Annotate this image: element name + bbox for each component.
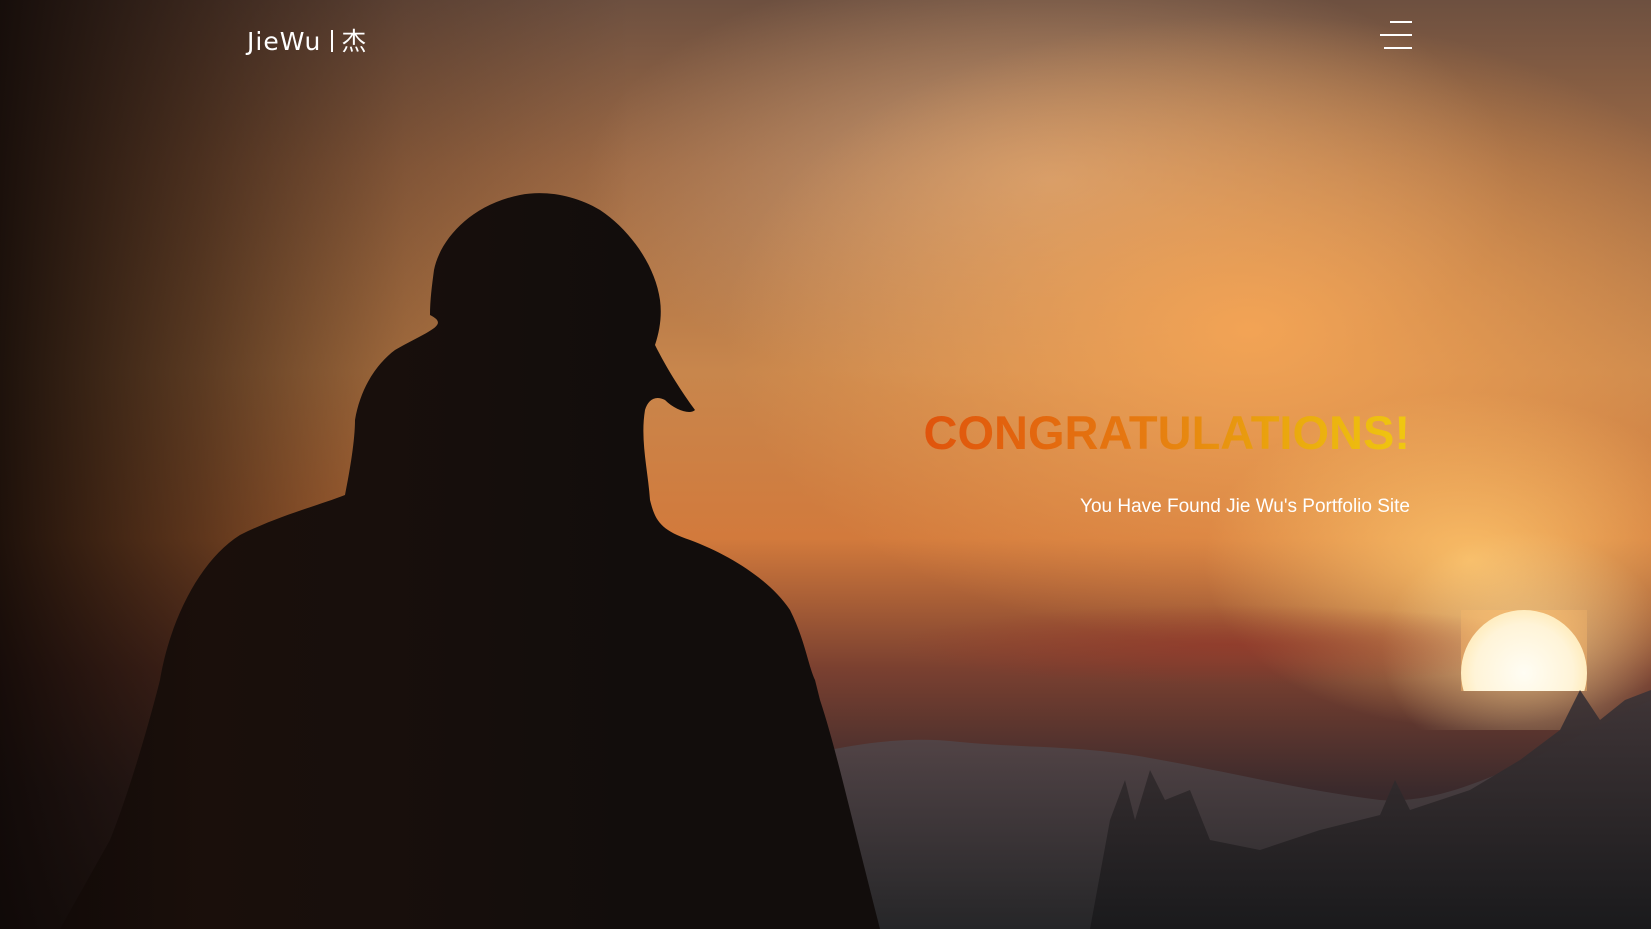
hero-title: CONGRATULATIONS!	[923, 406, 1410, 459]
hamburger-menu-icon[interactable]	[1378, 19, 1412, 53]
menu-line-bottom	[1384, 47, 1412, 49]
site-logo[interactable]: JieWu 杰	[247, 22, 367, 58]
logo-text: JieWu	[247, 27, 322, 56]
hero-section: JieWu 杰 CONGRATULATIONS! You Have Found J…	[0, 0, 1651, 929]
logo-chinese-character: 杰	[341, 27, 368, 56]
menu-line-top	[1390, 21, 1412, 23]
left-vignette	[0, 0, 900, 929]
menu-line-middle	[1380, 34, 1412, 36]
hero-subtitle: You Have Found Jie Wu's Portfolio Site	[1080, 496, 1410, 517]
logo-separator	[331, 30, 334, 52]
